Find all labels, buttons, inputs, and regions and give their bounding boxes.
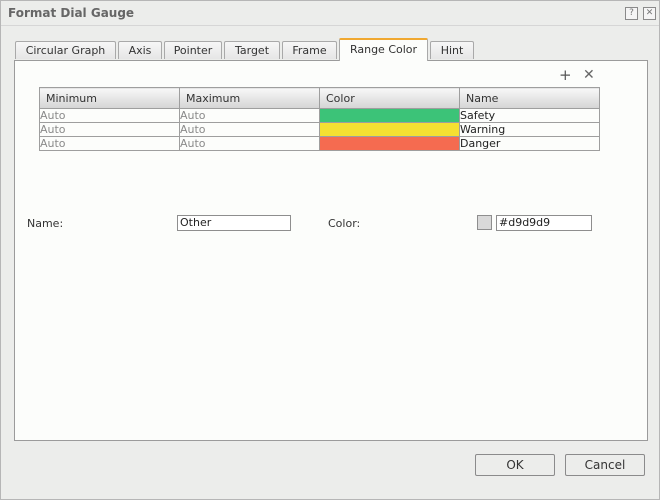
dialog-title: Format Dial Gauge (8, 6, 135, 20)
minimum-cell[interactable]: Auto (39, 136, 180, 151)
color-swatch-button[interactable] (477, 215, 492, 230)
maximum-cell[interactable]: Auto (179, 108, 320, 123)
color-cell[interactable] (319, 108, 460, 123)
name-cell[interactable]: Warning (459, 122, 600, 137)
maximum-cell[interactable]: Auto (179, 122, 320, 137)
tab-hint[interactable]: Hint (430, 41, 474, 59)
name-cell[interactable]: Safety (459, 108, 600, 123)
add-range-icon[interactable]: + (559, 67, 572, 83)
range-table: Minimum Maximum Color Name Auto Auto Safet… (39, 87, 600, 151)
title-bar: Format Dial Gauge ? ✕ (1, 1, 659, 26)
table-row[interactable]: Auto Auto Warning (39, 122, 600, 137)
range-color-panel: + ✕ Minimum Maximum Color Name Auto Auto S… (14, 60, 648, 441)
remove-range-icon[interactable]: ✕ (583, 67, 595, 83)
name-cell[interactable]: Danger (459, 136, 600, 151)
name-input[interactable]: Other (177, 215, 291, 231)
color-label: Color: (328, 217, 361, 230)
color-hex-input[interactable]: #d9d9d9 (496, 215, 592, 231)
header-minimum[interactable]: Minimum (39, 87, 180, 109)
table-row[interactable]: Auto Auto Safety (39, 108, 600, 123)
minimum-cell[interactable]: Auto (39, 122, 180, 137)
help-icon[interactable]: ? (625, 7, 638, 20)
minimum-cell[interactable]: Auto (39, 108, 180, 123)
cancel-button[interactable]: Cancel (565, 454, 645, 476)
tab-target[interactable]: Target (224, 41, 280, 59)
format-dial-gauge-dialog: Format Dial Gauge ? ✕ Circular Graph Axi… (0, 0, 660, 500)
table-row[interactable]: Auto Auto Danger (39, 136, 600, 151)
header-maximum[interactable]: Maximum (179, 87, 320, 109)
tab-circular-graph[interactable]: Circular Graph (15, 41, 116, 59)
tab-frame[interactable]: Frame (282, 41, 337, 59)
header-color[interactable]: Color (319, 87, 460, 109)
ok-button[interactable]: OK (475, 454, 555, 476)
table-header-row: Minimum Maximum Color Name (39, 87, 600, 109)
name-label: Name: (27, 217, 64, 230)
maximum-cell[interactable]: Auto (179, 136, 320, 151)
tab-axis[interactable]: Axis (118, 41, 162, 59)
close-icon[interactable]: ✕ (643, 7, 656, 20)
header-name[interactable]: Name (459, 87, 600, 109)
color-cell[interactable] (319, 122, 460, 137)
color-cell[interactable] (319, 136, 460, 151)
tab-range-color[interactable]: Range Color (339, 38, 428, 61)
tab-pointer[interactable]: Pointer (164, 41, 222, 59)
